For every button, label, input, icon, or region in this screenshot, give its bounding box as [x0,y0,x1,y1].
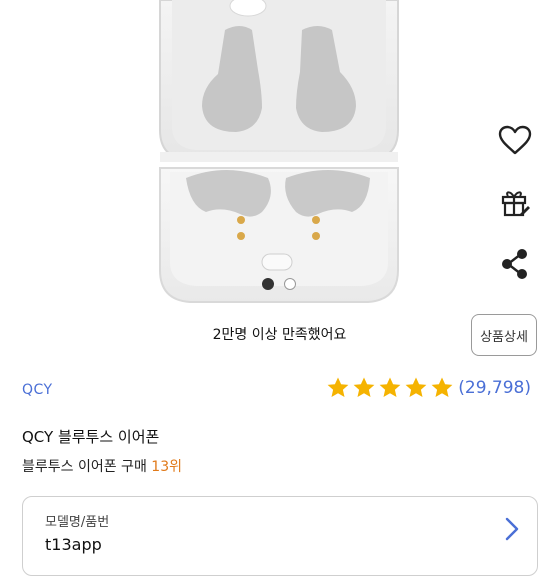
sales-rank-value: 13위 [151,459,182,475]
earbuds-case-image [159,0,399,303]
product-title: QCY 블루투스 이어폰 [22,428,160,446]
star-icon [353,377,375,397]
star-icon [405,377,427,397]
model-label: 모델명/품번 [45,515,110,530]
heart-icon [498,125,532,155]
like-button[interactable] [495,120,535,160]
sales-rank: 블루투스 이어폰 구매 13위 [22,456,182,476]
model-value: t13app [45,535,102,554]
carousel-dot-active[interactable] [262,278,274,290]
star-rating [326,376,454,400]
carousel-indicator [262,278,296,290]
chevron-right-icon [505,517,519,541]
gift-icon [501,191,530,217]
star-icon [327,377,349,397]
star-icon [431,377,453,397]
share-icon [502,249,527,279]
review-count: (29,798) [458,378,531,398]
star-icon [379,377,401,397]
gift-button[interactable] [495,182,535,222]
sales-rank-label: 블루투스 이어폰 구매 [22,459,152,475]
product-image-carousel[interactable] [0,0,559,310]
share-button[interactable] [495,244,535,284]
rating-summary[interactable]: (29,798) [326,376,531,400]
product-detail-button[interactable]: 상품상세 [471,314,537,356]
carousel-dot[interactable] [284,278,296,290]
model-number-card[interactable]: 모델명/품번 t13app [22,496,538,576]
brand-link[interactable]: QCY [22,382,53,398]
